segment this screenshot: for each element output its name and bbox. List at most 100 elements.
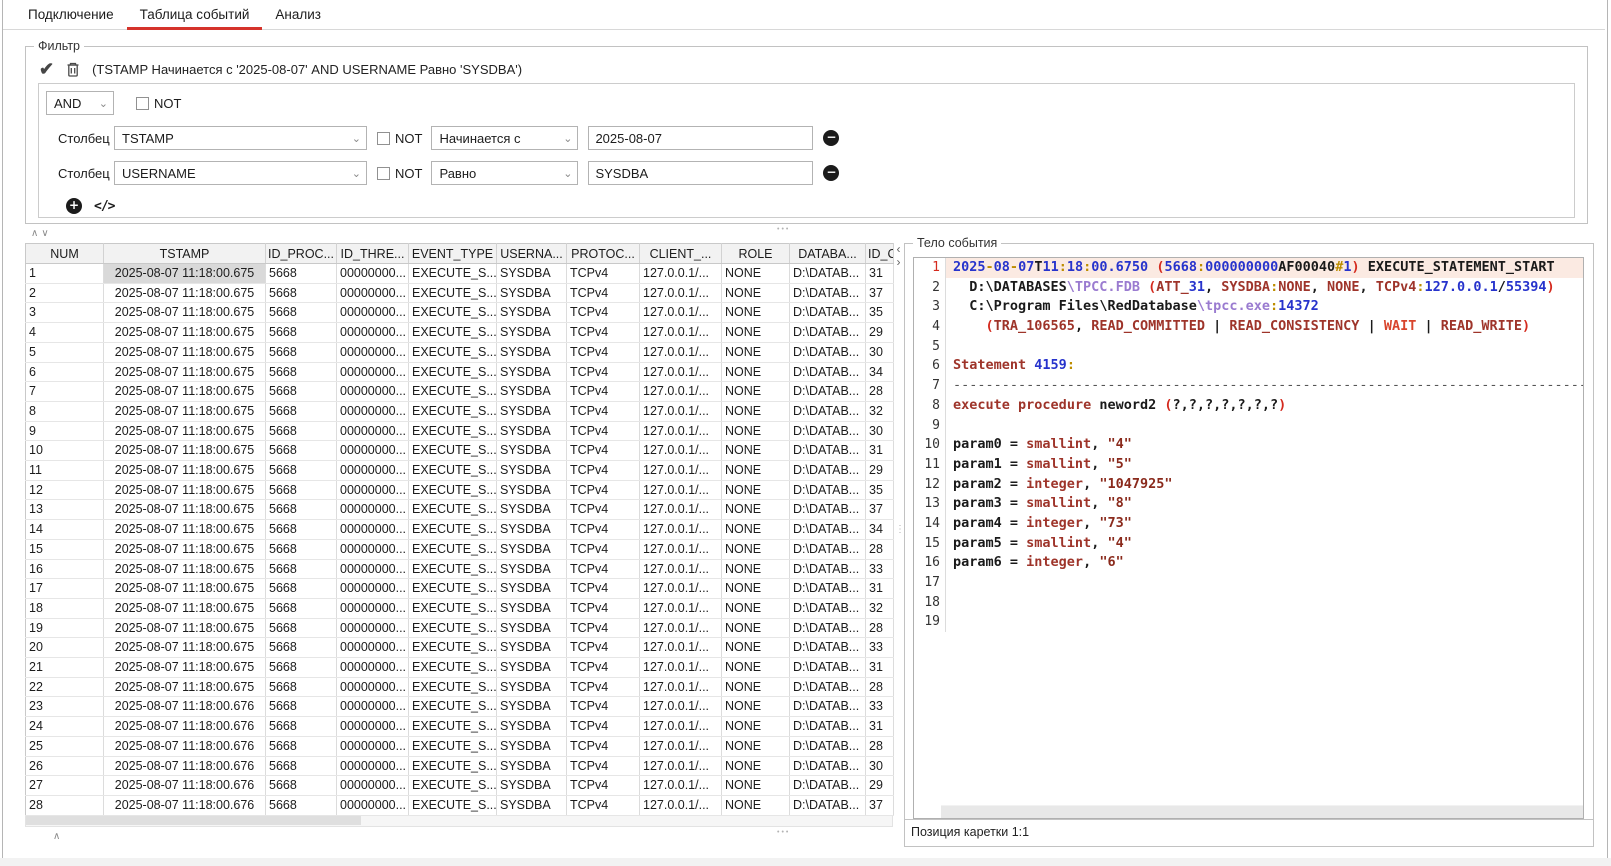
table-cell[interactable]: EXECUTE_S... <box>408 637 497 659</box>
table-cell[interactable]: 127.0.0.1/... <box>639 677 722 698</box>
table-cell[interactable]: 11 <box>25 460 104 481</box>
table-cell[interactable]: NONE <box>721 657 790 678</box>
table-cell[interactable]: 127.0.0.1/... <box>639 263 722 284</box>
table-cell[interactable]: EXECUTE_S... <box>408 657 497 678</box>
table-cell[interactable]: D:\DATAB... <box>789 578 866 599</box>
table-cell[interactable]: 00000000... <box>336 578 409 599</box>
table-cell[interactable]: 31 <box>865 657 894 678</box>
table-cell[interactable]: 00000000... <box>336 460 409 481</box>
table-cell[interactable]: NONE <box>721 539 790 560</box>
table-cell[interactable]: 31 <box>865 263 894 284</box>
column-header[interactable]: CLIENT_... <box>639 243 722 264</box>
table-cell[interactable]: EXECUTE_S... <box>408 440 497 462</box>
table-cell[interactable]: SYSDBA <box>496 302 567 324</box>
table-cell[interactable]: D:\DATAB... <box>789 795 866 816</box>
table-cell[interactable]: 2025-08-07 11:18:00.675 <box>103 677 266 698</box>
table-cell[interactable]: D:\DATAB... <box>789 440 866 462</box>
table-cell[interactable]: 127.0.0.1/... <box>639 499 722 521</box>
table-cell[interactable]: 5668 <box>265 499 337 521</box>
table-cell[interactable]: 127.0.0.1/... <box>639 519 722 540</box>
splitter-collapse-chevrons[interactable]: ‹ › <box>893 243 904 269</box>
table-cell[interactable]: 2025-08-07 11:18:00.676 <box>103 775 266 796</box>
table-cell[interactable]: 127.0.0.1/... <box>639 302 722 324</box>
vertical-splitter[interactable]: ‹ › ⋮ <box>893 243 905 843</box>
table-cell[interactable]: EXECUTE_S... <box>408 322 497 343</box>
table-cell[interactable]: 28 <box>25 795 104 816</box>
table-cell[interactable]: 14 <box>25 519 104 540</box>
table-cell[interactable]: SYSDBA <box>496 362 567 383</box>
table-cell[interactable]: 5668 <box>265 440 337 462</box>
table-cell[interactable]: 127.0.0.1/... <box>639 795 722 816</box>
table-cell[interactable]: SYSDBA <box>496 637 567 659</box>
table-cell[interactable]: TCPv4 <box>566 263 640 284</box>
table-cell[interactable]: 5668 <box>265 559 337 580</box>
table-cell[interactable]: 32 <box>865 401 894 422</box>
table-cell[interactable]: 00000000... <box>336 756 409 777</box>
table-cell[interactable]: TCPv4 <box>566 795 640 816</box>
table-cell[interactable]: 2025-08-07 11:18:00.676 <box>103 716 266 737</box>
table-cell[interactable]: 2025-08-07 11:18:00.675 <box>103 539 266 560</box>
table-cell[interactable]: SYSDBA <box>496 736 567 757</box>
table-cell[interactable]: 34 <box>865 519 894 540</box>
table-cell[interactable]: TCPv4 <box>566 657 640 678</box>
table-cell[interactable]: 00000000... <box>336 440 409 462</box>
table-cell[interactable]: TCPv4 <box>566 618 640 639</box>
table-cell[interactable]: 35 <box>865 302 894 324</box>
column-header[interactable]: TSTAMP <box>103 243 266 264</box>
table-cell[interactable]: 15 <box>25 539 104 560</box>
table-cell[interactable]: D:\DATAB... <box>789 756 866 777</box>
table-cell[interactable]: 00000000... <box>336 322 409 343</box>
table-cell[interactable]: SYSDBA <box>496 440 567 462</box>
splitter-collapse-arrows[interactable]: ∧∨ <box>31 228 52 239</box>
table-cell[interactable]: 127.0.0.1/... <box>639 421 722 442</box>
table-cell[interactable]: 33 <box>865 637 894 659</box>
table-cell[interactable]: SYSDBA <box>496 559 567 580</box>
table-cell[interactable]: D:\DATAB... <box>789 499 866 521</box>
table-cell[interactable]: 27 <box>25 775 104 796</box>
table-cell[interactable]: D:\DATAB... <box>789 677 866 698</box>
table-cell[interactable]: EXECUTE_S... <box>408 362 497 383</box>
table-cell[interactable]: SYSDBA <box>496 519 567 540</box>
table-cell[interactable]: 2025-08-07 11:18:00.675 <box>103 381 266 402</box>
table-cell[interactable]: 25 <box>25 736 104 757</box>
table-cell[interactable]: TCPv4 <box>566 322 640 343</box>
table-cell[interactable]: 29 <box>865 775 894 796</box>
table-cell[interactable]: NONE <box>721 756 790 777</box>
table-cell[interactable]: 2025-08-07 11:18:00.676 <box>103 795 266 816</box>
selected-table-cell[interactable]: 2025-08-07 11:18:00.675 <box>103 263 266 284</box>
table-cell[interactable]: TCPv4 <box>566 578 640 599</box>
table-cell[interactable]: EXECUTE_S... <box>408 618 497 639</box>
remove-condition-minus-icon[interactable]: − <box>823 165 840 181</box>
table-cell[interactable]: EXECUTE_S... <box>408 342 497 363</box>
table-cell[interactable]: EXECUTE_S... <box>408 559 497 580</box>
table-cell[interactable]: 00000000... <box>336 736 409 757</box>
table-cell[interactable]: D:\DATAB... <box>789 736 866 757</box>
table-cell[interactable]: 2025-08-07 11:18:00.675 <box>103 342 266 363</box>
table-cell[interactable]: D:\DATAB... <box>789 657 866 678</box>
table-cell[interactable]: SYSDBA <box>496 657 567 678</box>
table-cell[interactable]: 5668 <box>265 716 337 737</box>
table-cell[interactable]: TCPv4 <box>566 637 640 659</box>
table-cell[interactable]: 00000000... <box>336 775 409 796</box>
table-cell[interactable]: 37 <box>865 795 894 816</box>
table-cell[interactable]: TCPv4 <box>566 736 640 757</box>
table-cell[interactable]: 00000000... <box>336 421 409 442</box>
table-cell[interactable]: SYSDBA <box>496 342 567 363</box>
tab-connection[interactable]: Подключение <box>15 0 127 29</box>
table-cell[interactable]: 127.0.0.1/... <box>639 578 722 599</box>
table-cell[interactable]: NONE <box>721 598 790 619</box>
table-cell[interactable]: 21 <box>25 657 104 678</box>
splitter-grip-dots[interactable]: ••• <box>777 226 790 233</box>
value-input[interactable]: SYSDBA <box>588 161 814 185</box>
table-cell[interactable]: 2025-08-07 11:18:00.675 <box>103 322 266 343</box>
table-cell[interactable]: 5668 <box>265 381 337 402</box>
table-cell[interactable]: NONE <box>721 263 790 284</box>
table-cell[interactable]: 5668 <box>265 736 337 757</box>
table-cell[interactable]: 29 <box>865 322 894 343</box>
table-cell[interactable]: 127.0.0.1/... <box>639 283 722 304</box>
table-cell[interactable]: 5668 <box>265 598 337 619</box>
table-cell[interactable]: EXECUTE_S... <box>408 716 497 737</box>
table-cell[interactable]: TCPv4 <box>566 677 640 698</box>
table-cell[interactable]: 5668 <box>265 401 337 422</box>
table-cell[interactable]: EXECUTE_S... <box>408 283 497 304</box>
